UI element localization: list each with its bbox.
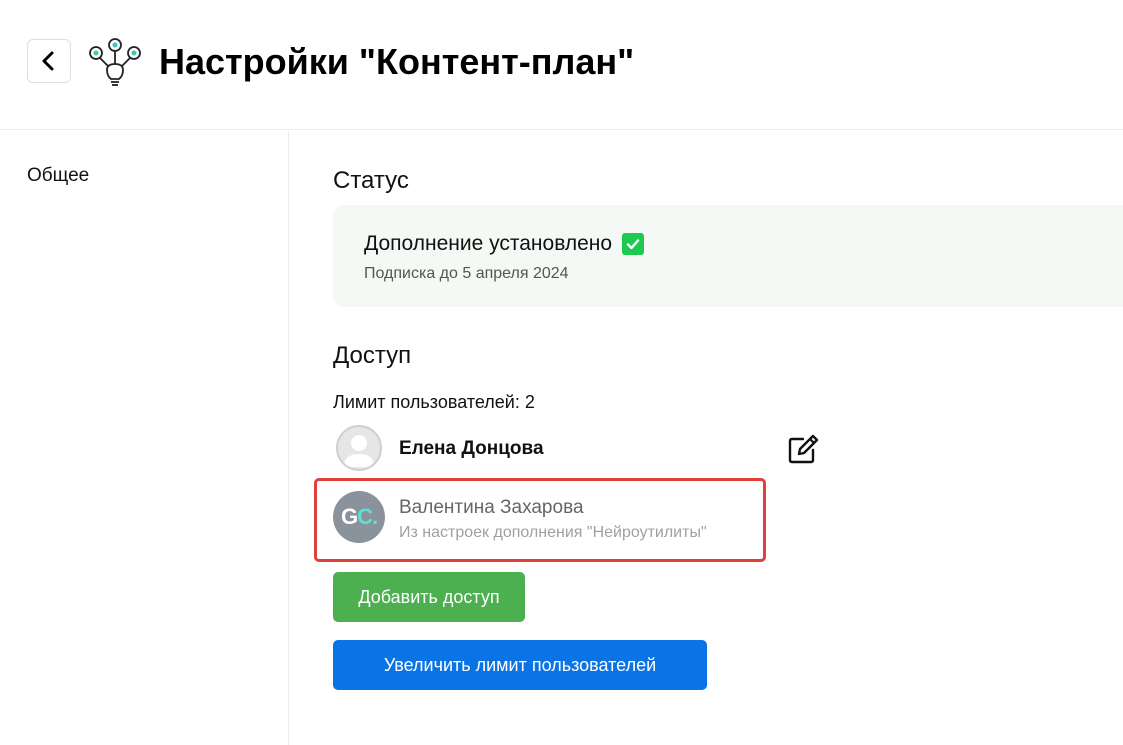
status-card: Дополнение установлено Подписка до 5 апр… [333,205,1123,307]
add-access-button[interactable]: Добавить доступ [333,572,525,622]
access-section-title: Доступ [333,342,412,369]
edit-icon [788,434,819,464]
status-section-title: Статус [333,167,409,194]
user-name: Валентина Захарова [399,497,584,518]
increase-limit-button[interactable]: Увеличить лимит пользователей [333,640,707,690]
user-source-text: Из настроек дополнения "Нейроутилиты" [399,524,707,541]
user-name: Елена Донцова [399,438,544,459]
user-avatar: G C. [333,491,385,543]
chevron-left-icon [42,51,54,71]
page-title: Настройки "Контент-план" [159,41,635,82]
subscription-text: Подписка до 5 апреля 2024 [364,265,569,282]
user-limit-text: Лимит пользователей: 2 [333,392,535,412]
sidebar-item-general[interactable]: Общее [27,164,89,188]
app-logo-icon [89,38,141,86]
status-line: Дополнение установлено [364,231,645,257]
page-header: Настройки "Контент-план" [0,0,1123,130]
check-icon [622,233,645,255]
status-installed-text: Дополнение установлено [364,232,613,255]
back-button[interactable] [27,39,71,83]
edit-user-button[interactable] [787,433,821,465]
user-row: G C. Валентина Захарова Из настроек допол… [333,491,763,543]
user-row: Елена Донцова [333,422,763,474]
sidebar: Общее [0,131,289,745]
default-avatar-icon [336,425,382,471]
